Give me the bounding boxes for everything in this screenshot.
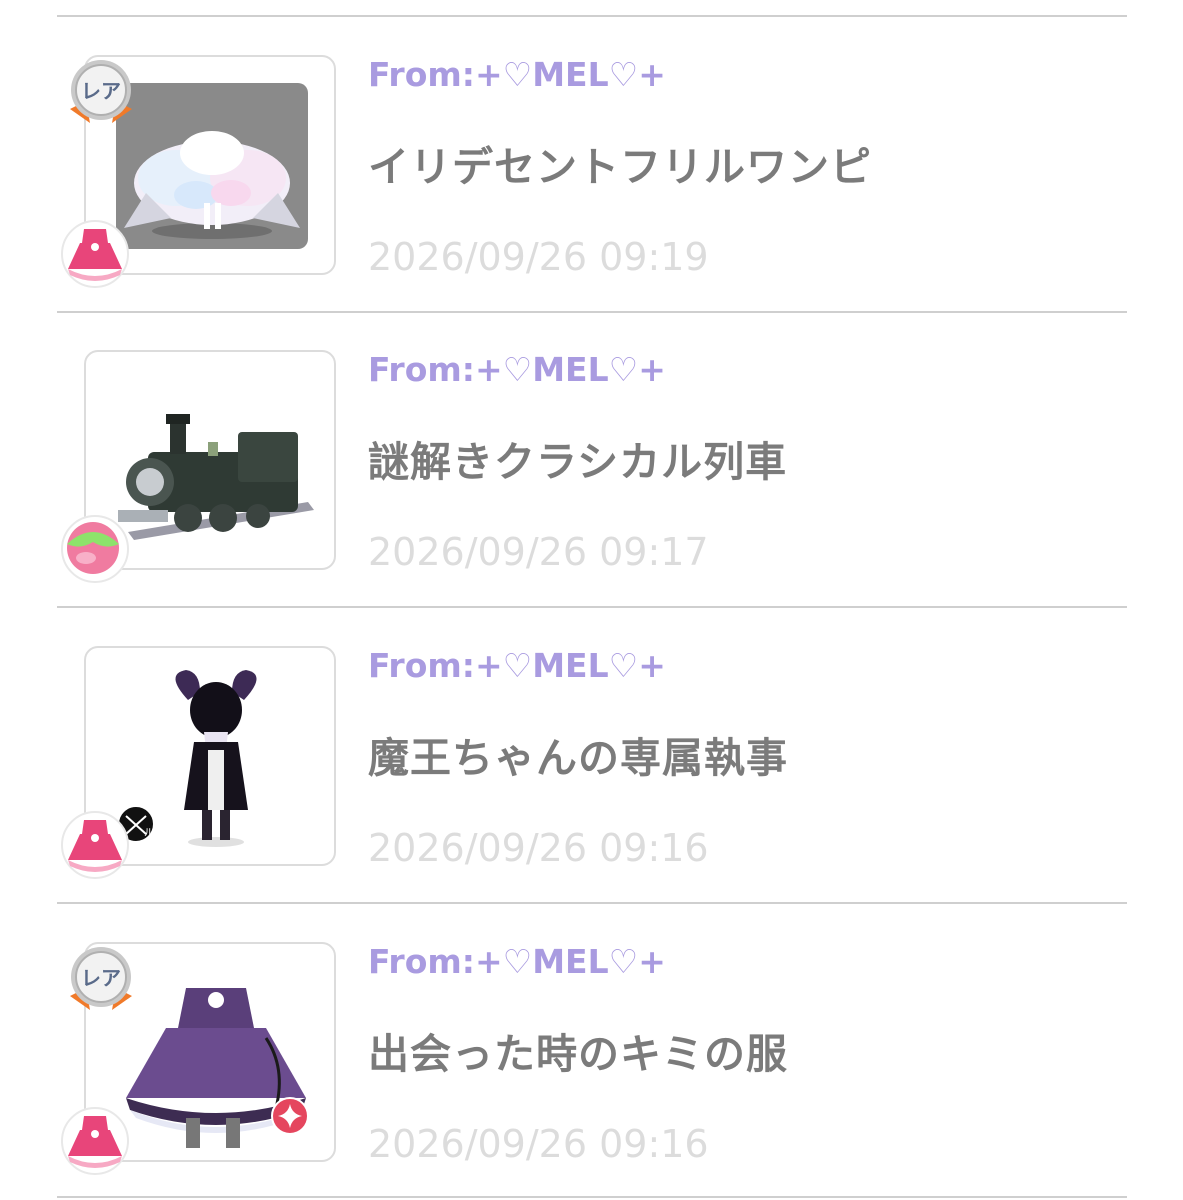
dress-icon (58, 217, 132, 291)
received-timestamp: 2026/09/26 09:19 (368, 235, 709, 279)
rare-label: レア (81, 79, 121, 103)
dress-icon (58, 808, 132, 882)
sparkle-badge-icon (270, 1096, 310, 1136)
item-name: 魔王ちゃんの専属執事 (368, 734, 788, 782)
room-item-icon (58, 512, 132, 586)
rare-label: レア (81, 966, 121, 990)
list-item[interactable]: レア From:+♡MEL♡+ イリデセントフリルワンピ 2026/09/26 … (0, 17, 1183, 312)
received-timestamp: 2026/09/26 09:16 (368, 826, 709, 870)
list-item[interactable]: From:+♡MEL♡+ 謎解きクラシカル列車 2026/09/26 09:17 (0, 312, 1183, 607)
sender-label: From:+♡MEL♡+ (368, 55, 666, 94)
received-timestamp: 2026/09/26 09:16 (368, 1122, 709, 1166)
rare-medal-icon: レア (64, 944, 138, 1018)
gift-history-list: レア From:+♡MEL♡+ イリデセントフリルワンピ 2026/09/26 … (0, 0, 1183, 1200)
rare-medal-icon: レア (64, 57, 138, 131)
set-badge-label: ル (144, 828, 154, 839)
item-name: 出会った時のキミの服 (368, 1030, 788, 1078)
item-name: 謎解きクラシカル列車 (368, 438, 788, 486)
sender-label: From:+♡MEL♡+ (368, 350, 666, 389)
sender-label: From:+♡MEL♡+ (368, 646, 666, 685)
divider (57, 1196, 1127, 1198)
steam-train-image (108, 402, 318, 542)
list-item[interactable]: レア From:+♡MEL♡+ 出会った時のキミの服 2026/09/26 09… (0, 904, 1183, 1199)
dress-icon (58, 1104, 132, 1178)
list-item[interactable]: ル From:+♡MEL♡+ 魔王ちゃんの専属執事 2026/09/26 09:… (0, 608, 1183, 903)
demon-butler-outfit-image (156, 670, 276, 850)
iridescent-frill-dress-image (116, 83, 308, 249)
received-timestamp: 2026/09/26 09:17 (368, 530, 709, 574)
sender-label: From:+♡MEL♡+ (368, 942, 666, 981)
item-name: イリデセントフリルワンピ (368, 143, 872, 191)
